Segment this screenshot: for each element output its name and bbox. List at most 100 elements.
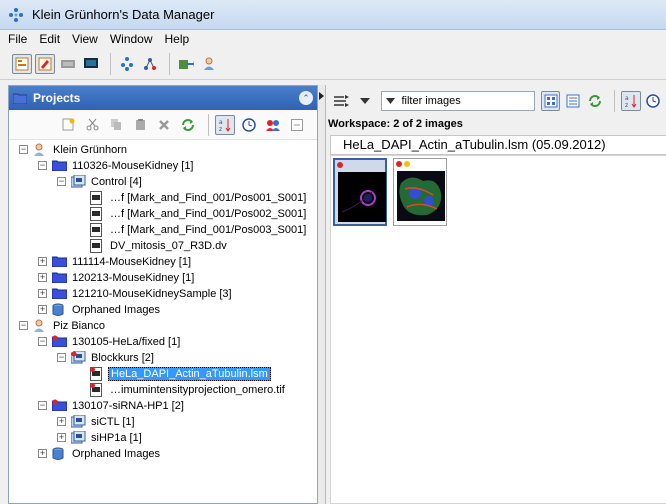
tree-node-label: Control [4] bbox=[91, 176, 142, 188]
chevron-down-icon bbox=[359, 98, 370, 104]
filter-images-input[interactable]: filter images bbox=[381, 91, 535, 111]
collapse-node-icon[interactable]: − bbox=[19, 145, 28, 154]
menu-help[interactable]: Help bbox=[163, 32, 192, 46]
menu-edit[interactable]: Edit bbox=[37, 32, 62, 46]
tree-view-icon bbox=[15, 57, 29, 70]
image-thumbnail-hela-dapi[interactable] bbox=[333, 158, 387, 226]
tree-row[interactable]: − Control [4] bbox=[9, 174, 317, 190]
tree-row[interactable]: …f [Mark_and_Find_001/Pos002_S001] bbox=[9, 206, 317, 222]
workspace-sort-date-button[interactable] bbox=[644, 91, 663, 111]
import-icon bbox=[179, 59, 194, 69]
tree-row[interactable]: …f [Mark_and_Find_001/Pos001_S001] bbox=[9, 190, 317, 206]
collapse-node-icon[interactable]: − bbox=[57, 353, 66, 362]
image-thumbnail-max-intensity[interactable] bbox=[393, 158, 447, 226]
delete-button[interactable] bbox=[154, 115, 174, 135]
tree-node-label: 111114-MouseKidney [1] bbox=[72, 256, 192, 268]
import-button[interactable] bbox=[176, 54, 196, 74]
user-button[interactable] bbox=[199, 54, 219, 74]
filter-placeholder: filter images bbox=[401, 95, 461, 107]
tree-node-label: HeLa_DAPI_Actin_aTubulin.lsm bbox=[108, 367, 271, 381]
expand-node-icon[interactable]: + bbox=[57, 417, 66, 426]
toggle-metadata-button[interactable] bbox=[35, 53, 55, 74]
collapse-all-icon bbox=[291, 118, 303, 131]
refresh-icon bbox=[182, 118, 194, 131]
tree-node-label: 110326-MouseKidney [1] bbox=[72, 160, 194, 172]
new-button[interactable] bbox=[58, 115, 78, 135]
menu-file[interactable]: File bbox=[6, 32, 29, 46]
tree-row[interactable]: + Orphaned Images bbox=[9, 302, 317, 318]
sort-by-date-button[interactable] bbox=[239, 115, 259, 135]
workspace-refresh-button[interactable] bbox=[586, 91, 605, 111]
tree-row[interactable]: …imumintensityprojection_omero.tif bbox=[9, 382, 317, 398]
projects-panel: Projects ⌃ a z − Klein Grünhorn − 110326… bbox=[8, 85, 318, 504]
tree-row[interactable]: + siCTL [1] bbox=[9, 414, 317, 430]
clock-icon bbox=[646, 94, 661, 108]
filter-menu-button[interactable] bbox=[332, 91, 352, 111]
copy-button[interactable] bbox=[106, 115, 126, 135]
tree-row[interactable]: + Orphaned Images bbox=[9, 446, 317, 462]
tree-row[interactable]: − 110326-MouseKidney [1] bbox=[9, 158, 317, 174]
dataset-icon bbox=[70, 414, 86, 429]
collapse-node-icon[interactable]: − bbox=[38, 401, 47, 410]
tree-row[interactable]: − Klein Grünhorn bbox=[9, 142, 317, 158]
sort-alphabetical-button[interactable]: a z bbox=[215, 114, 235, 135]
expand-node-icon[interactable]: + bbox=[38, 449, 47, 458]
collapse-all-button[interactable] bbox=[287, 115, 307, 135]
toggle-tree-view-button[interactable] bbox=[12, 53, 32, 74]
projects-panel-title: Projects bbox=[33, 91, 81, 105]
thumbnail-view-button[interactable] bbox=[540, 91, 561, 111]
project-folder-icon bbox=[51, 287, 68, 301]
splitter-arrow-icon bbox=[319, 92, 324, 100]
project-folder-icon bbox=[51, 159, 68, 173]
menu-view[interactable]: View bbox=[70, 32, 100, 46]
svg-text:a: a bbox=[625, 95, 629, 102]
cut-button[interactable] bbox=[82, 115, 102, 135]
filter-options-icon[interactable] bbox=[386, 98, 396, 104]
user-icon bbox=[33, 319, 47, 333]
tree-row[interactable]: − 130107-siRNA-HP1 [2] bbox=[9, 398, 317, 414]
paste-button[interactable] bbox=[130, 115, 150, 135]
tree-row[interactable]: HeLa_DAPI_Actin_aTubulin.lsm bbox=[9, 366, 317, 382]
expand-node-icon[interactable]: + bbox=[38, 273, 47, 282]
tree-row[interactable]: DV_mitosis_07_R3D.dv bbox=[9, 238, 317, 254]
tree-row[interactable]: …f [Mark_and_Find_001/Pos003_S001] bbox=[9, 222, 317, 238]
collapse-node-icon[interactable]: − bbox=[57, 177, 66, 186]
toolbar-separator bbox=[110, 52, 111, 75]
expand-node-icon[interactable]: + bbox=[38, 289, 47, 298]
tree-row[interactable]: +120213-MouseKidney [1] bbox=[9, 270, 317, 286]
groups-button[interactable] bbox=[263, 115, 283, 135]
tree-row[interactable]: +121210-MouseKidneySample [3] bbox=[9, 286, 317, 302]
tree-node-label: 130107-siRNA-HP1 [2] bbox=[72, 400, 184, 412]
tree-row[interactable]: − Blockkurs [2] bbox=[9, 350, 317, 366]
sort-az-icon: a z bbox=[219, 118, 231, 132]
panel-splitter[interactable] bbox=[318, 85, 325, 504]
hierarchy-button[interactable] bbox=[117, 54, 137, 74]
refresh-button[interactable] bbox=[178, 115, 198, 135]
list-view-button[interactable] bbox=[563, 91, 582, 111]
graph-icon bbox=[144, 57, 156, 70]
workspace-sort-az-button[interactable]: a z bbox=[621, 91, 641, 111]
expand-node-icon[interactable]: + bbox=[38, 257, 47, 266]
menu-window[interactable]: Window bbox=[108, 32, 155, 46]
projects-folder-icon bbox=[13, 93, 27, 104]
tree-row[interactable]: − 130105-HeLa/fixed [1] bbox=[9, 334, 317, 350]
tree-row[interactable]: +111114-MouseKidney [1] bbox=[9, 254, 317, 270]
expand-node-icon[interactable]: + bbox=[57, 433, 66, 442]
collapse-panel-icon[interactable]: ⌃ bbox=[299, 91, 313, 105]
thumbnail-grid-icon bbox=[544, 94, 558, 108]
user-icon bbox=[33, 143, 47, 157]
collapse-node-icon[interactable]: − bbox=[38, 161, 47, 170]
toggle-viewer-button[interactable] bbox=[81, 54, 101, 74]
toggle-taskbar-button[interactable] bbox=[58, 54, 78, 74]
expand-node-icon[interactable]: + bbox=[38, 305, 47, 314]
scripts-button[interactable] bbox=[140, 54, 160, 74]
group-users-icon bbox=[266, 119, 280, 131]
collapse-node-icon[interactable]: − bbox=[19, 321, 28, 330]
main-toolbar bbox=[0, 48, 666, 80]
tree-row[interactable]: + siHP1a [1] bbox=[9, 430, 317, 446]
image-file-icon bbox=[90, 207, 104, 221]
filter-dropdown-button[interactable] bbox=[355, 91, 374, 111]
collapse-node-icon[interactable]: − bbox=[38, 337, 47, 346]
workspace-panel: filter images a z Workspace: 2 of 2 imag… bbox=[325, 85, 666, 504]
tree-row[interactable]: − Piz Bianco bbox=[9, 318, 317, 334]
